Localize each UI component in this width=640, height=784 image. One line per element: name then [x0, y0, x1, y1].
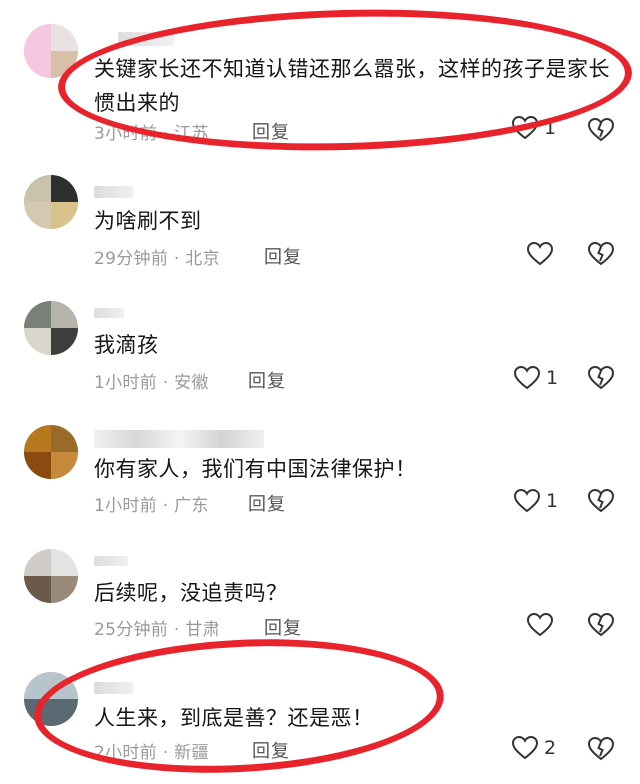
dislike-button[interactable]: [588, 118, 614, 142]
reply-button[interactable]: 回复: [264, 243, 302, 269]
comment-location: 甘肃: [185, 620, 220, 640]
avatar[interactable]: [24, 301, 78, 355]
dislike-button[interactable]: [588, 737, 614, 761]
comment-location: 北京: [185, 249, 220, 269]
dislike-button[interactable]: [588, 613, 614, 637]
comment-time: 1小时前: [94, 373, 158, 393]
dislike-button[interactable]: [588, 242, 614, 266]
comment-text: 人生来，到底是善？还是恶！: [94, 706, 374, 730]
username-blurred[interactable]: [94, 430, 264, 448]
avatar[interactable]: [24, 672, 78, 726]
reply-button[interactable]: 回复: [252, 737, 290, 763]
heart-outline-icon: [527, 613, 553, 637]
reply-button[interactable]: 回复: [264, 614, 302, 640]
avatar[interactable]: [24, 175, 78, 229]
like-count: 1: [546, 490, 559, 512]
broken-heart-icon: [588, 118, 614, 142]
heart-outline-icon: [527, 242, 553, 266]
comment-location: 江苏: [174, 124, 209, 144]
broken-heart-icon: [588, 366, 614, 390]
comment-meta: 1小时前 · 安徽: [94, 373, 209, 393]
comment-location: 安徽: [174, 373, 209, 393]
dislike-button[interactable]: [588, 489, 614, 513]
like-button[interactable]: [527, 613, 559, 637]
comment-text: 我滴孩: [94, 333, 159, 357]
like-button[interactable]: 1: [514, 366, 558, 390]
broken-heart-icon: [588, 737, 614, 761]
avatar[interactable]: [24, 24, 78, 78]
heart-outline-icon: [512, 736, 538, 760]
username-blurred[interactable]: 火儿: [94, 556, 128, 566]
broken-heart-icon: [588, 613, 614, 637]
comment-text: 关键家长还不知道认错还那么嚣张，这样的孩子是家长惯出来的: [94, 57, 610, 115]
like-button[interactable]: [527, 242, 559, 266]
avatar[interactable]: [24, 549, 78, 603]
comment-text: 为啥刷不到: [94, 209, 202, 233]
reply-button[interactable]: 回复: [248, 490, 286, 516]
avatar[interactable]: [24, 425, 78, 479]
like-count: 1: [544, 117, 557, 139]
like-button[interactable]: 1: [514, 489, 558, 513]
username-blurred[interactable]: 刘汇: [94, 308, 124, 318]
username-blurred[interactable]: 康元: [94, 682, 134, 694]
comment-time: 29分钟前: [94, 249, 169, 269]
broken-heart-icon: [588, 242, 614, 266]
like-count: 2: [544, 737, 557, 759]
like-button[interactable]: 1: [512, 116, 556, 140]
comment-time: 25分钟前: [94, 620, 169, 640]
username-blurred[interactable]: [118, 32, 174, 46]
like-count: 1: [546, 367, 559, 389]
comment-time: 3小时前: [94, 124, 158, 144]
comment-meta: 25分钟前 · 甘肃: [94, 620, 220, 640]
comment-meta: 2小时前 · 新疆: [94, 743, 209, 763]
dislike-button[interactable]: [588, 366, 614, 390]
comment-meta: 29分钟前 · 北京: [94, 249, 220, 269]
reply-button[interactable]: 回复: [252, 118, 290, 144]
comment-time: 2小时前: [94, 743, 158, 763]
comment-text: 你有家人，我们有中国法律保护！: [94, 457, 417, 481]
like-button[interactable]: 2: [512, 736, 556, 760]
heart-outline-icon: [512, 116, 538, 140]
comment-location: 新疆: [174, 743, 209, 763]
comment-location: 广东: [174, 496, 209, 516]
comment-text: 后续呢，没追责吗？: [94, 581, 288, 605]
broken-heart-icon: [588, 489, 614, 513]
comment-time: 1小时前: [94, 496, 158, 516]
comment-meta: 3小时前 · 江苏: [94, 124, 209, 144]
username-blurred[interactable]: 王未: [94, 186, 134, 198]
heart-outline-icon: [514, 489, 540, 513]
reply-button[interactable]: 回复: [248, 367, 286, 393]
comment-meta: 1小时前 · 广东: [94, 496, 209, 516]
heart-outline-icon: [514, 366, 540, 390]
